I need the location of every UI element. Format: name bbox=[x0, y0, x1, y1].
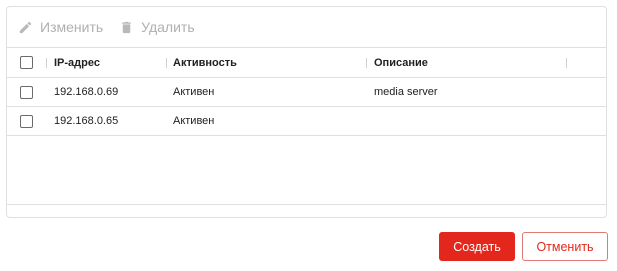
delete-button[interactable]: Удалить bbox=[119, 19, 195, 35]
column-header-activity[interactable]: Активность bbox=[173, 48, 237, 77]
select-all-checkbox[interactable] bbox=[20, 56, 33, 69]
row-checkbox[interactable] bbox=[20, 85, 33, 99]
table-header: IP-адрес Активность Описание bbox=[7, 48, 606, 78]
row-ip: 192.168.0.69 bbox=[54, 86, 119, 98]
row-ip: 192.168.0.65 bbox=[54, 115, 119, 127]
column-separator[interactable] bbox=[366, 58, 367, 68]
table-row[interactable]: 192.168.0.69 Активен media server bbox=[7, 78, 606, 107]
edit-button[interactable]: Изменить bbox=[18, 19, 103, 35]
column-header-description[interactable]: Описание bbox=[374, 48, 428, 77]
column-separator[interactable] bbox=[566, 58, 567, 68]
column-separator[interactable] bbox=[166, 58, 167, 68]
column-header-ip[interactable]: IP-адрес bbox=[54, 48, 100, 77]
row-checkbox[interactable] bbox=[20, 114, 33, 128]
table-row[interactable]: 192.168.0.65 Активен bbox=[7, 107, 606, 136]
create-button[interactable]: Создать bbox=[439, 232, 515, 261]
table-footer-divider bbox=[7, 204, 606, 205]
row-activity: Активен bbox=[173, 86, 215, 98]
trash-icon bbox=[122, 21, 132, 33]
column-separator[interactable] bbox=[46, 58, 47, 68]
delete-label: Удалить bbox=[141, 19, 195, 35]
cancel-button[interactable]: Отменить bbox=[522, 232, 608, 261]
toolbar: Изменить Удалить bbox=[7, 7, 606, 48]
pencil-icon bbox=[19, 21, 32, 33]
row-description: media server bbox=[374, 86, 438, 98]
row-activity: Активен bbox=[173, 115, 215, 127]
ip-table-panel: Изменить Удалить IP-адрес Активность Опи… bbox=[6, 6, 607, 218]
edit-label: Изменить bbox=[40, 19, 104, 35]
